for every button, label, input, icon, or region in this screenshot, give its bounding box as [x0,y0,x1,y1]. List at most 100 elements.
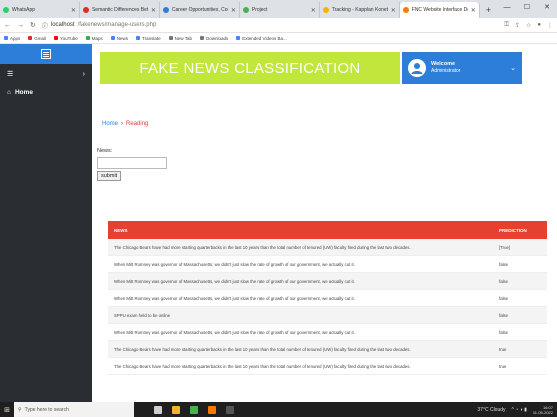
browser-tab[interactable]: Project ✕ [240,2,320,18]
taskbar-search[interactable]: ⚲ Type here to search [14,402,134,417]
header-prediction: PREDICTION [499,227,527,233]
window-controls: — ☐ ✕ [497,0,557,18]
cell-prediction: true [499,363,507,369]
table-header: NEWS PREDICTION [108,221,547,239]
favicon-icon [3,7,9,13]
url-field[interactable]: ⓘ localhost/fakenews/manage-users.php [42,21,499,30]
bookmark-icon [236,36,241,40]
browser-tab[interactable]: FNC Website Interface Dem✕ [399,2,480,18]
task-view-icon[interactable] [154,405,162,414]
table-row: When Mitt Romney was governor of Massach… [108,324,547,341]
menu-dots-icon[interactable]: ⋮ [547,22,553,29]
profile-icon[interactable]: ● [537,22,541,29]
favicon-icon [322,7,329,13]
reload-icon[interactable]: ↻ [30,21,36,29]
chrome-icon[interactable] [190,405,198,414]
table-row: The Chicago Bears have had more starting… [108,358,547,375]
close-tab-icon[interactable]: ✕ [231,7,236,14]
user-menu[interactable]: Welcome Administrator ⌄ [402,52,522,84]
chevron-down-icon: ⌄ [510,65,516,72]
sidebar-logo[interactable] [0,44,92,64]
submit-button[interactable]: submit [97,171,122,181]
cell-news: When Mitt Romney was governor of Massach… [114,295,355,301]
main-content: FAKE NEWS CLASSIFICATION Welcome Adminis… [92,44,557,402]
app-icon[interactable] [208,405,216,414]
bookmark-icon [54,36,59,40]
file-explorer-icon[interactable] [172,405,180,414]
bookmark-item[interactable]: Downloads [200,36,228,41]
tab-title: Tracking - Kapplan Koneta [331,7,388,13]
bookmark-item[interactable]: YouTube [54,36,78,41]
bookmark-label: News [116,35,128,41]
bookmark-item[interactable]: Gmail [28,36,46,41]
browser-tab[interactable]: WhatsApp ✕ [0,2,80,18]
table-row: The Chicago Bears have had more starting… [108,239,547,256]
system-tray: 37°C Cloudy ^ ◔ ◑ ▮ 16:07 11-05-2022 [477,405,557,415]
close-tab-icon[interactable]: ✕ [311,7,316,14]
tab-title: Semantic Differences Betw [91,7,148,13]
address-bar: ← → ↻ ⓘ localhost/fakenews/manage-users.… [0,18,557,33]
back-icon[interactable]: ← [4,22,11,29]
url-host: localhost [50,22,75,28]
bookmark-item[interactable]: New Tab [168,35,193,41]
bookmark-item[interactable]: Extended Videos Ba... [236,36,287,41]
user-avatar-icon [411,63,423,74]
favicon-icon [242,7,249,13]
cell-prediction: false [499,261,509,267]
terminal-icon[interactable] [226,405,234,414]
forward-icon[interactable]: → [17,22,24,29]
bookmark-item[interactable]: Translate [136,36,161,41]
cell-prediction: true [499,346,507,352]
info-icon[interactable]: ⓘ [42,21,48,30]
home-icon: ⌂ [7,88,11,96]
header-news: NEWS [114,227,128,233]
bookmark-icon [28,36,33,40]
bookmark-item[interactable]: News [110,35,128,41]
welcome-user: Administrator [431,68,461,74]
windows-start-icon[interactable]: ⊞ [0,406,14,414]
bookmark-label: New Tab [174,35,193,41]
tray-icons[interactable]: ^ ◔ ◑ ▮ [512,407,527,413]
close-tab-icon[interactable]: ✕ [151,7,156,14]
star-icon[interactable]: ☆ [526,22,531,29]
key-icon[interactable]: ⚿ [504,22,509,29]
sidebar: ☰ › ⌂ Home [0,44,92,402]
cell-news: When Mitt Romney was governor of Massach… [114,278,355,284]
sidebar-toggle[interactable]: ☰ › [0,64,92,84]
maximize-icon[interactable]: ☐ [517,0,537,18]
cell-news: When Mitt Romney was governor of Massach… [114,329,355,335]
close-tab-icon[interactable]: ✕ [471,7,476,14]
cell-prediction: false [499,295,509,301]
taskbar-apps [154,405,234,414]
sidebar-item-home[interactable]: ⌂ Home [0,84,92,100]
weather-text[interactable]: 37°C Cloudy [477,407,505,413]
tab-title: WhatsApp [12,7,36,13]
url-path: /fakenews/manage-users.php [77,22,157,28]
bookmark-label: YouTube [60,35,78,41]
bookmark-item[interactable]: Maps [85,36,103,41]
bookmark-icon [110,36,115,40]
bookmark-label: Translate [142,35,161,41]
news-input[interactable] [97,157,167,169]
search-icon: ⚲ [18,406,22,413]
browser-tab[interactable]: Semantic Differences Betw ✕ [80,2,160,18]
browser-tab[interactable]: Career Opportunities, Com ✕ [160,2,240,18]
bookmarks-bar: Apps Gmail YouTube Maps News Translate New Tab… [0,33,557,44]
table-body: The Chicago Bears have had more starting… [108,239,547,375]
minimize-icon[interactable]: — [497,0,517,18]
browser-tab[interactable]: Tracking - Kapplan Koneta ✕ [320,2,400,18]
close-window-icon[interactable]: ✕ [537,0,557,18]
cell-prediction: [True] [499,244,511,250]
cell-news: SPPU exam held to be online [114,312,171,318]
close-tab-icon[interactable]: ✕ [71,7,76,14]
bookmark-item[interactable]: Apps [4,36,20,41]
new-tab-button[interactable]: + [480,2,497,18]
bookmark-label: Apps [10,35,21,41]
tab-title: Career Opportunities, Com [171,7,228,13]
close-tab-icon[interactable]: ✕ [391,7,396,14]
clock[interactable]: 16:07 11-05-2022 [533,405,553,415]
news-label: News: [97,148,113,154]
browser-tab-strip: WhatsApp ✕ Semantic Differences Betw ✕ Caree… [0,0,557,18]
share-icon[interactable]: ⇪ [515,22,520,29]
breadcrumb-home[interactable]: Home [102,121,118,127]
